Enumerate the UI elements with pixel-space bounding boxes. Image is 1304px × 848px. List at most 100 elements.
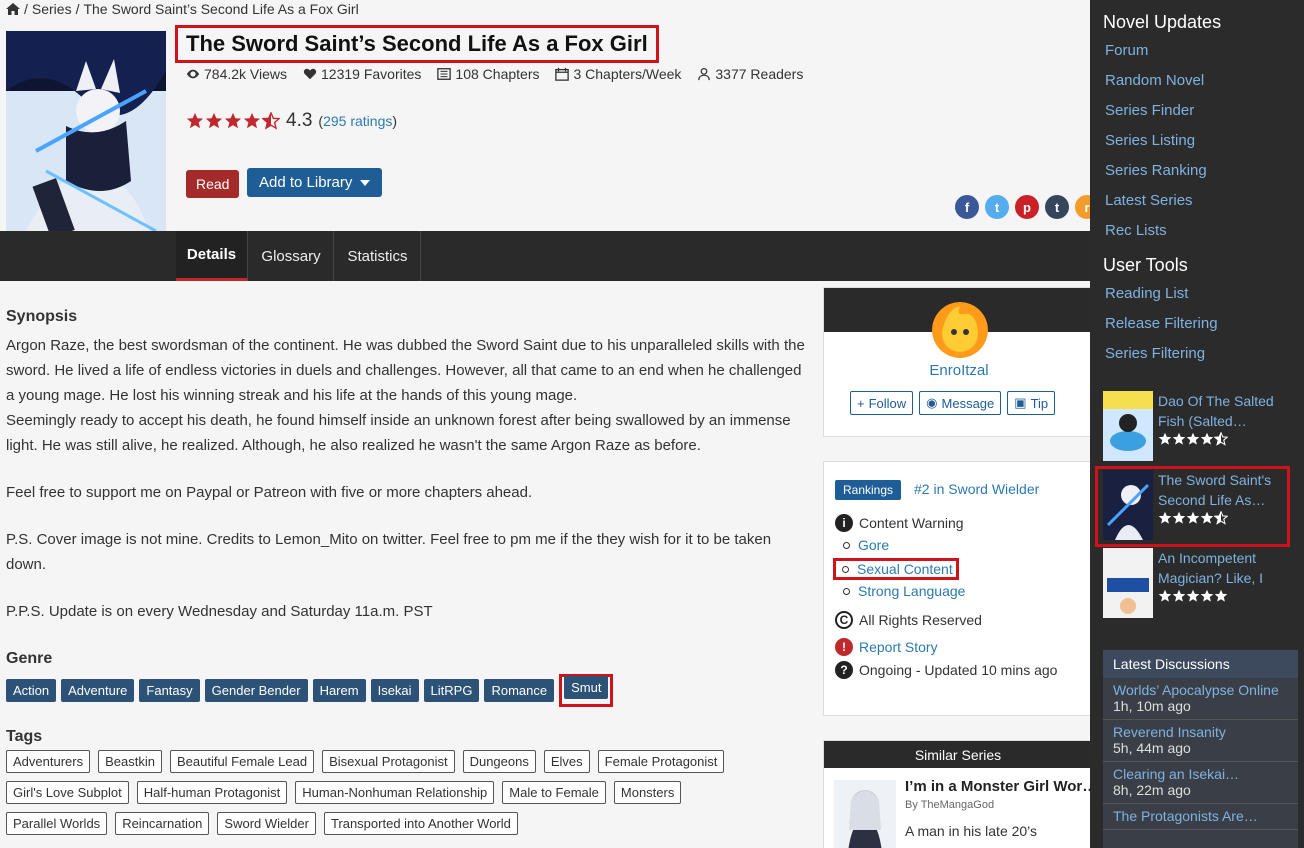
tags-row: Girl's Love Subplot Half-human Protagonis… <box>6 781 806 804</box>
warning-item[interactable]: Gore <box>843 537 889 553</box>
synopsis-section: Synopsis Argon Raze, the best swordsman … <box>6 304 806 671</box>
twitter-icon[interactable]: t <box>985 195 1009 219</box>
genre-tag[interactable]: Romance <box>484 679 555 702</box>
sidebar-item-release-filtering[interactable]: Release Filtering <box>1105 315 1218 332</box>
sidebar-item-forum[interactable]: Forum <box>1105 42 1148 59</box>
genre-tag[interactable]: Isekai <box>370 679 419 702</box>
similar-series-author: By TheMangaGod <box>905 799 995 811</box>
sidebar-item-random-novel[interactable]: Random Novel <box>1105 72 1204 89</box>
sidebar-item-latest-series[interactable]: Latest Series <box>1105 192 1193 209</box>
tag[interactable]: Parallel Worlds <box>6 812 108 835</box>
read-button[interactable]: Read <box>186 170 240 198</box>
list-icon <box>437 68 452 80</box>
tag[interactable]: Human-Nonhuman Relationship <box>295 781 495 804</box>
page-title: The Sword Saint’s Second Life As a Fox G… <box>186 31 648 56</box>
tag[interactable]: Girl's Love Subplot <box>6 781 129 804</box>
sidebar-heading-user-tools: User Tools <box>1103 255 1188 275</box>
sidebar-novel[interactable]: An Incompetent Magician? Like, I <box>1103 548 1298 618</box>
tag[interactable]: Reincarnation <box>115 812 210 835</box>
sidebar-item-series-listing[interactable]: Series Listing <box>1105 132 1195 149</box>
star-icon <box>186 112 204 129</box>
readers-stat: 3377 Readers <box>697 66 803 82</box>
novel-cover <box>1103 548 1153 618</box>
genre-tag[interactable]: Fantasy <box>139 679 200 702</box>
genre-tag[interactable]: Action <box>6 679 57 702</box>
tag[interactable]: Adventurers <box>6 750 91 773</box>
copyright-icon: C <box>835 611 853 629</box>
user-icon <box>698 67 711 81</box>
facebook-icon[interactable]: f <box>955 195 979 219</box>
views-stat: 784.2k Views <box>186 66 287 82</box>
tumblr-icon[interactable]: t <box>1045 195 1069 219</box>
tag[interactable]: Sword Wielder <box>217 812 316 835</box>
message-button[interactable]: ◉ Message <box>919 391 1002 415</box>
title-highlight: The Sword Saint’s Second Life As a Fox G… <box>175 25 659 63</box>
breadcrumb-separator: / <box>24 1 28 17</box>
sidebar-item-series-ranking[interactable]: Series Ranking <box>1105 162 1207 179</box>
author-name[interactable]: EnroItzal <box>824 362 1094 379</box>
rating-value: 4.3 <box>286 110 313 131</box>
genre-tag[interactable]: Harem <box>312 679 366 702</box>
discussion-item[interactable]: Reverend Insanity 5h, 44m ago <box>1103 720 1298 762</box>
sidebar-item-rec-lists[interactable]: Rec Lists <box>1105 222 1167 239</box>
discussion-item[interactable]: Clearing an Isekai… 8h, 22m ago <box>1103 762 1298 804</box>
home-icon[interactable] <box>6 3 20 15</box>
novel-title: An Incompetent Magician? Like, I <box>1158 550 1264 586</box>
tab-statistics[interactable]: Statistics <box>335 231 421 281</box>
tip-button[interactable]: ▣ Tip <box>1007 391 1056 415</box>
genre-highlight: Smut <box>559 674 614 707</box>
breadcrumb-separator: / <box>75 1 80 17</box>
pinterest-icon[interactable]: p <box>1015 195 1039 219</box>
star-icon <box>1172 432 1186 445</box>
breadcrumb-series-link[interactable]: Series <box>32 1 72 17</box>
rating-stars <box>186 112 280 130</box>
discussion-item[interactable]: Worlds’ Apocalypse Online 1h, 10m ago <box>1103 678 1298 720</box>
content-warning: i Content Warning <box>835 514 964 532</box>
sidebar-heading-novel-updates: Novel Updates <box>1103 12 1222 32</box>
warning-item-highlight[interactable]: Sexual Content <box>833 558 959 580</box>
tag[interactable]: Elves <box>543 750 590 773</box>
similar-series: Similar Series I’m in a Monster Girl Wor… <box>823 740 1097 848</box>
tag[interactable]: Beastkin <box>98 750 162 773</box>
similar-series-cover[interactable] <box>834 780 896 848</box>
avatar[interactable] <box>932 302 988 358</box>
tab-details[interactable]: Details <box>176 231 248 281</box>
tab-glossary[interactable]: Glossary <box>249 231 334 281</box>
add-to-library-button[interactable]: Add to Library <box>247 168 383 197</box>
rank-link[interactable]: #2 in Sword Wielder <box>914 481 1039 497</box>
tag[interactable]: Transported into Another World <box>323 812 518 835</box>
sidebar-item-series-finder[interactable]: Series Finder <box>1105 102 1194 119</box>
novel-title: Dao Of The Salted Fish (Salted… <box>1158 393 1274 429</box>
tag[interactable]: Female Protagonist <box>597 750 725 773</box>
rankings-badge[interactable]: Rankings <box>835 480 902 500</box>
genre-tag[interactable]: LitRPG <box>423 679 480 702</box>
genre-tag[interactable]: Adventure <box>61 679 135 702</box>
tag[interactable]: Beautiful Female Lead <box>169 750 315 773</box>
tag[interactable]: Bisexual Protagonist <box>322 750 455 773</box>
sidebar-item-reading-list[interactable]: Reading List <box>1105 285 1188 302</box>
sidebar-item-series-filtering[interactable]: Series Filtering <box>1105 345 1205 362</box>
discussion-item[interactable]: The Protagonists Are… <box>1103 804 1298 830</box>
genre-tag[interactable]: Gender Bender <box>204 679 308 702</box>
rating: 4.3 (295 ratings) <box>186 110 397 132</box>
genre-tag[interactable]: Smut <box>564 676 609 699</box>
bullet-icon <box>843 541 850 549</box>
sidebar-novel[interactable]: Dao Of The Salted Fish (Salted… <box>1103 391 1298 461</box>
synopsis-paragraph: P.P.S. Update is on every Wednesday and … <box>6 603 433 620</box>
tag[interactable]: Half-human Protagonist <box>136 781 288 804</box>
ratings-link[interactable]: 295 ratings <box>323 113 392 129</box>
plus-icon: + <box>857 395 865 411</box>
tag[interactable]: Male to Female <box>502 781 606 804</box>
tag[interactable]: Dungeons <box>462 750 536 773</box>
warning-item[interactable]: Strong Language <box>843 583 965 599</box>
report-story-link[interactable]: ! Report Story <box>835 638 938 656</box>
similar-series-title[interactable]: I’m in a Monster Girl Wor… <box>905 778 1097 795</box>
star-icon <box>1172 589 1186 602</box>
breadcrumb: / Series / The Sword Saint’s Second Life… <box>6 1 359 17</box>
money-icon: ▣ <box>1014 395 1027 410</box>
synopsis-paragraph: Argon Raze, the best swordsman of the co… <box>6 337 805 404</box>
tag[interactable]: Monsters <box>613 781 682 804</box>
star-icon <box>1158 432 1172 445</box>
follow-button[interactable]: + Follow <box>850 391 914 415</box>
tags-section: Tags Adventurers Beastkin Beautiful Female… <box>6 728 806 843</box>
